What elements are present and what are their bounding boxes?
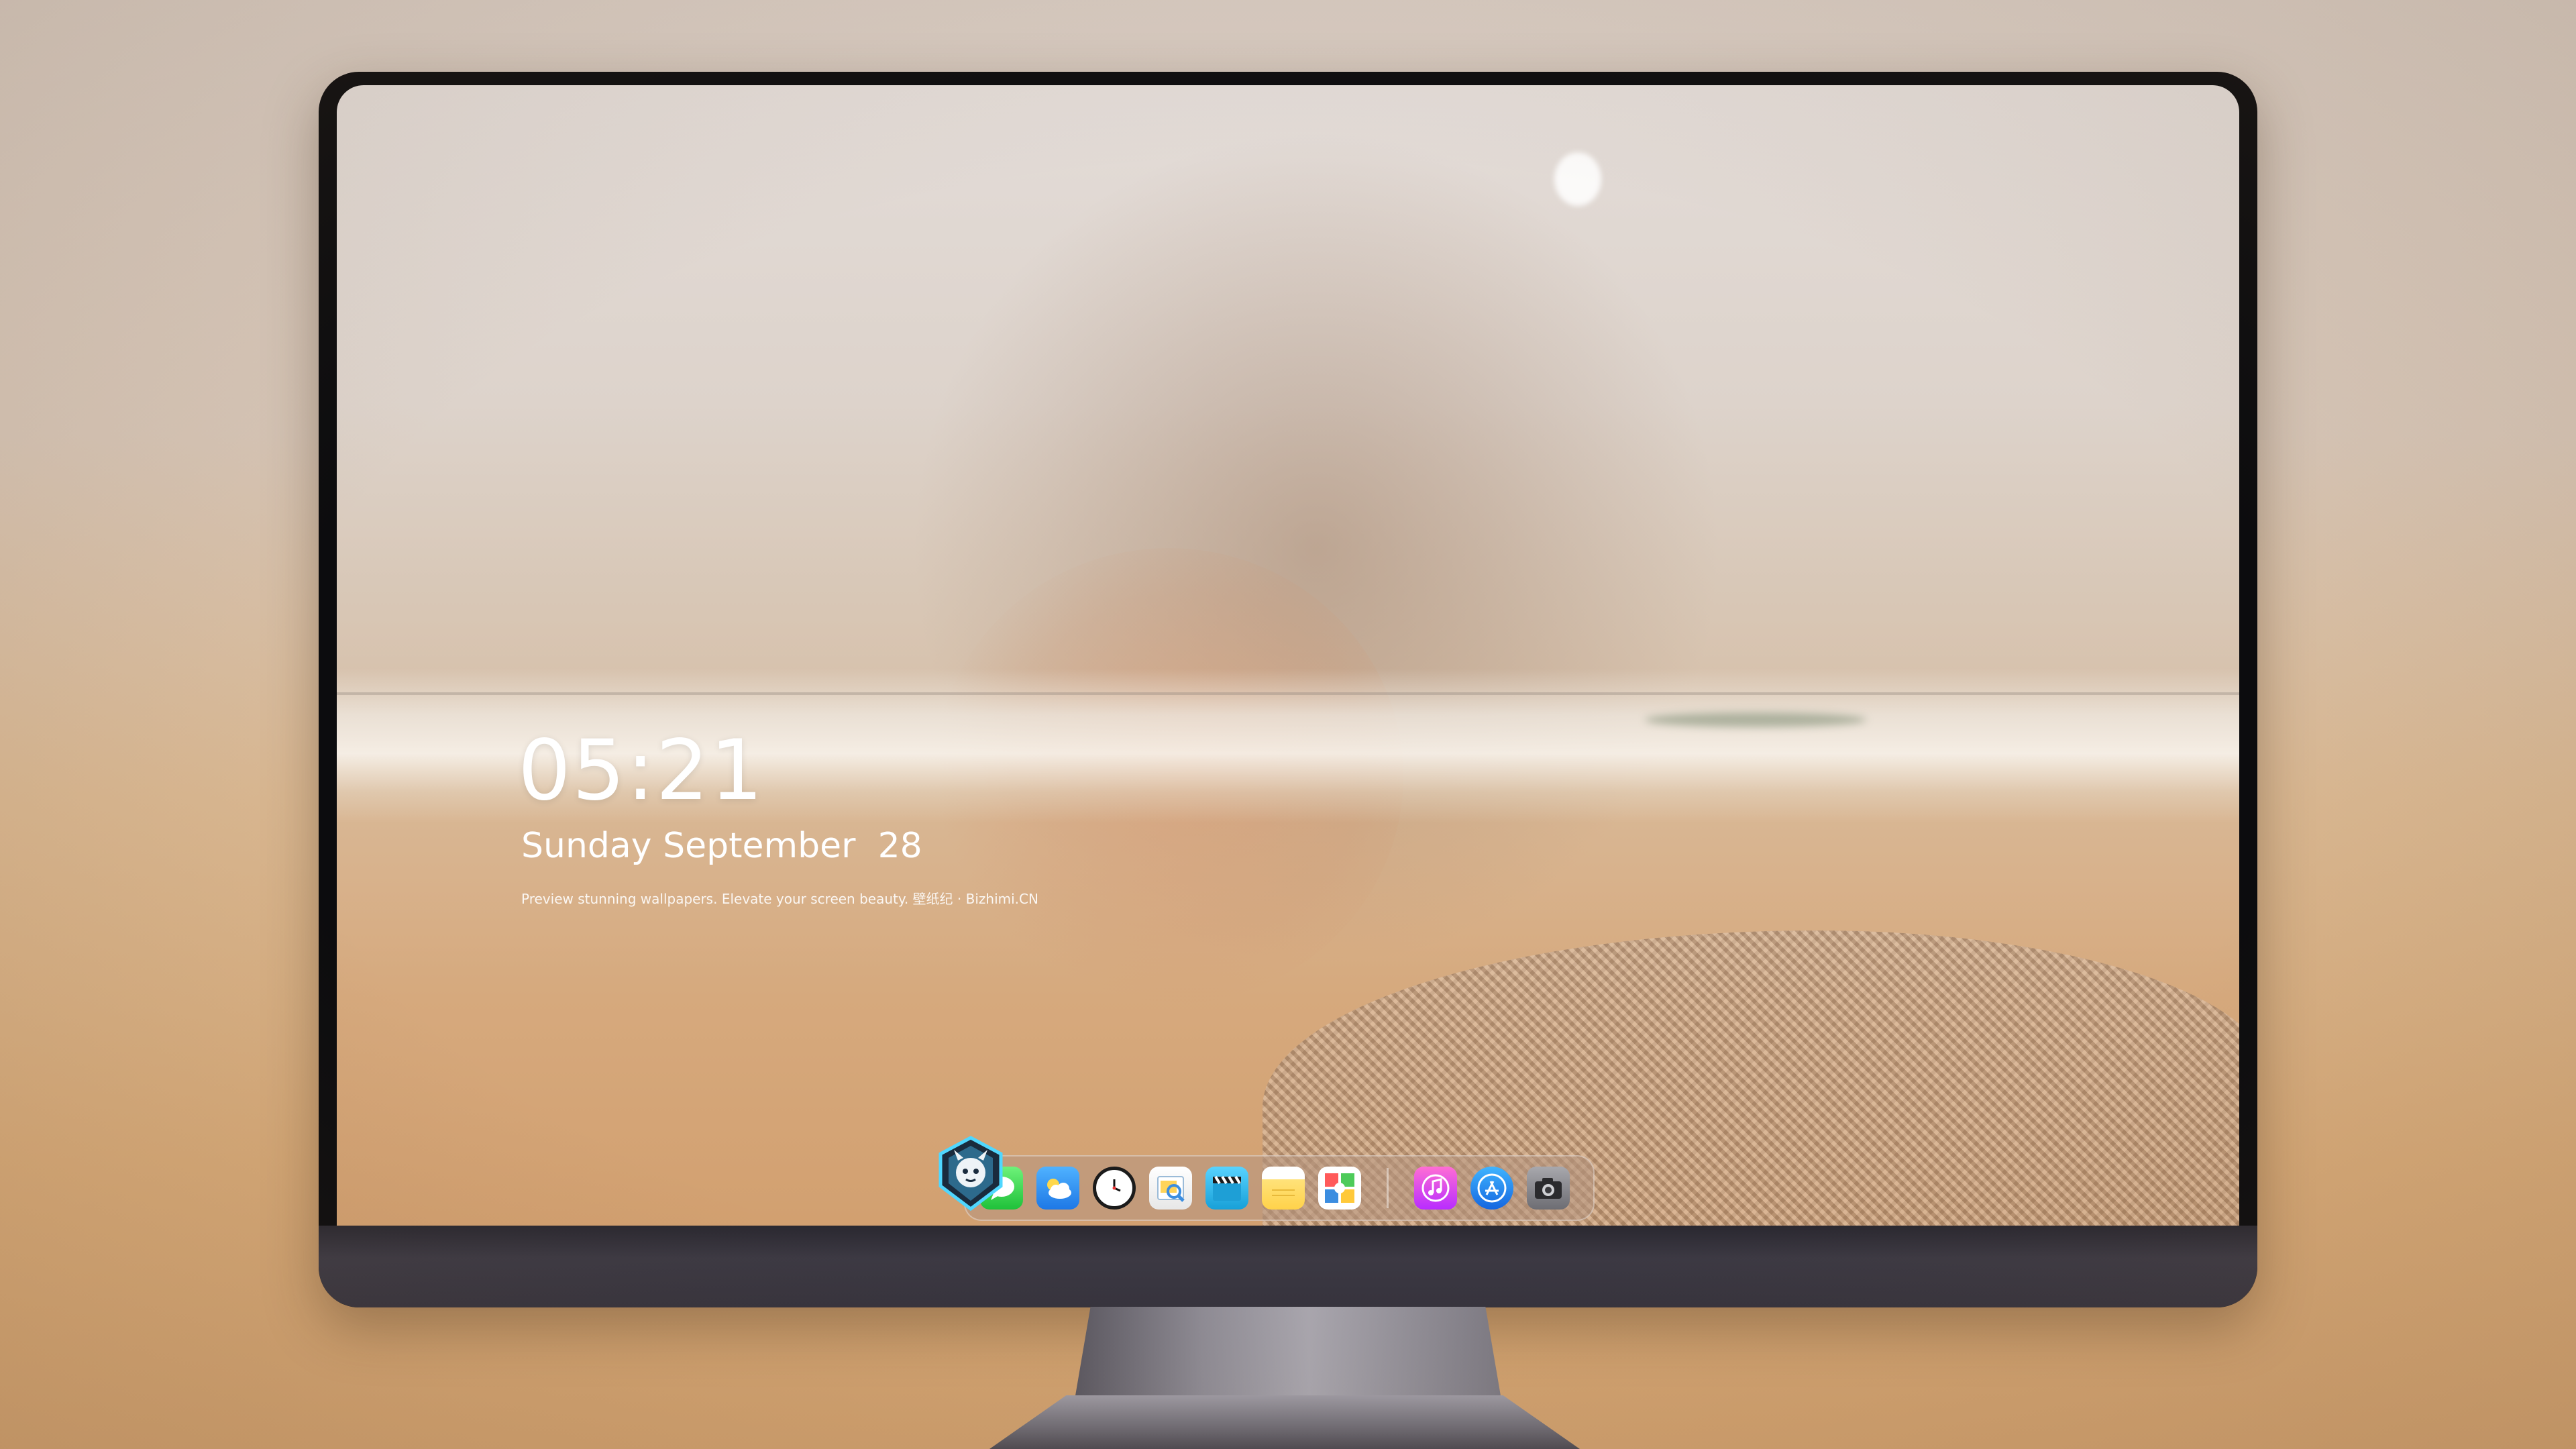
screen: 05:21 Sunday September 28 Preview stunni… — [337, 85, 2239, 1226]
clock-icon[interactable] — [1093, 1167, 1136, 1210]
wallpaper-wave — [1645, 712, 1866, 727]
lock-screen-time: 05:21 — [518, 722, 765, 819]
notes-icon[interactable] — [1262, 1167, 1305, 1210]
monitor-stand-neck — [1073, 1307, 1503, 1407]
dock-separator — [1387, 1168, 1389, 1208]
monitor-stand-base — [989, 1395, 1580, 1449]
monitor: 05:21 Sunday September 28 Preview stunni… — [319, 72, 2257, 1307]
desktop-background: 05:21 Sunday September 28 Preview stunni… — [0, 0, 2576, 1449]
camera-icon[interactable] — [1527, 1167, 1570, 1210]
wallpaper-highlight — [1554, 152, 1601, 206]
photos-icon[interactable] — [1318, 1167, 1361, 1210]
clapperboard-icon[interactable] — [1205, 1167, 1248, 1210]
monitor-chin — [319, 1226, 2257, 1307]
music-icon[interactable] — [1414, 1167, 1457, 1210]
dock — [964, 1155, 1595, 1221]
preview-icon[interactable] — [1149, 1167, 1192, 1210]
lock-screen-date: Sunday September 28 — [521, 826, 922, 866]
wallpaper-caption: Preview stunning wallpapers. Elevate you… — [521, 891, 1038, 907]
wallpaper-horizon — [337, 692, 2239, 695]
weather-icon[interactable] — [1036, 1167, 1079, 1210]
mascot-logo-icon — [934, 1134, 1008, 1214]
app-store-icon[interactable] — [1470, 1167, 1513, 1210]
